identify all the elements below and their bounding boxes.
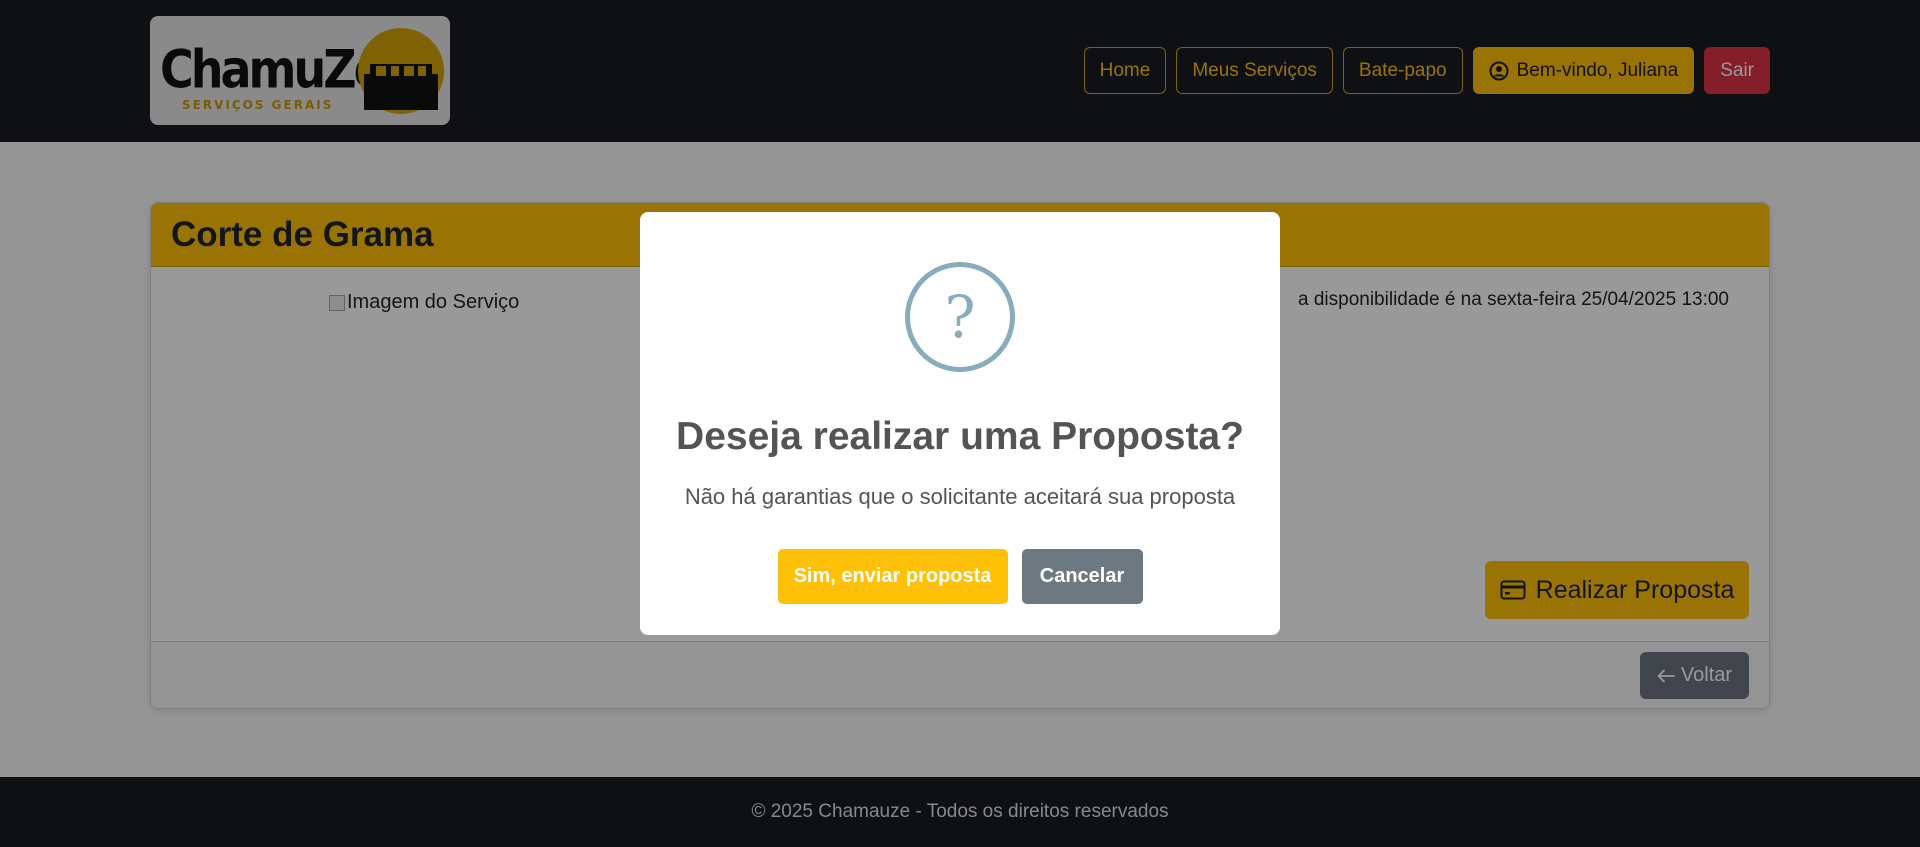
question-icon: ? <box>905 262 1015 372</box>
dialog-message: Não há garantias que o solicitante aceit… <box>684 484 1236 509</box>
confirm-proposal-dialog: ? Deseja realizar uma Proposta? Não há g… <box>640 212 1280 635</box>
dialog-title: Deseja realizar uma Proposta? <box>676 415 1244 458</box>
cancel-button[interactable]: Cancelar <box>1021 549 1143 604</box>
dialog-actions: Sim, enviar proposta Cancelar <box>640 549 1280 604</box>
confirm-send-proposal-button[interactable]: Sim, enviar proposta <box>777 549 1008 604</box>
